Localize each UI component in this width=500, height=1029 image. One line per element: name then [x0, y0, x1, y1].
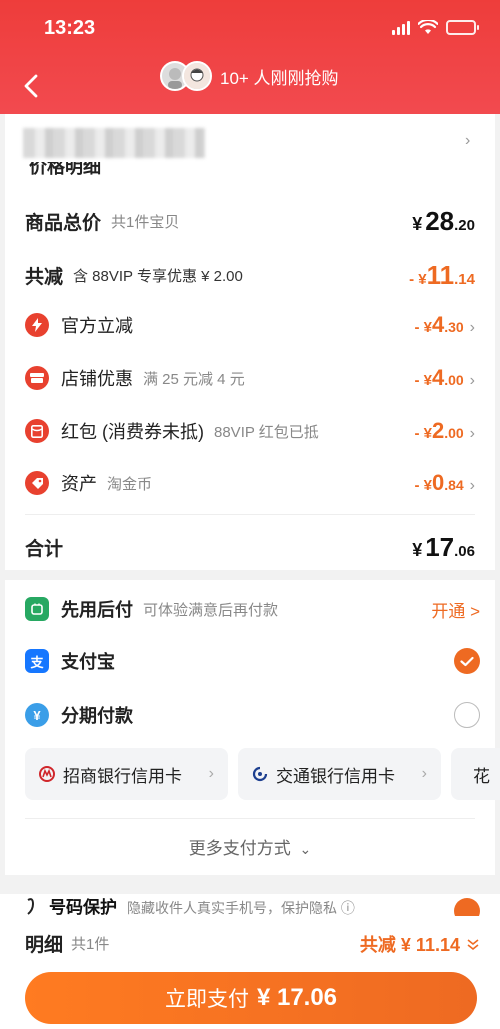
- bocom-bank-icon: [252, 766, 268, 782]
- alipay-row[interactable]: 支 支付宝: [25, 648, 480, 674]
- status-time: 13:23: [44, 17, 96, 39]
- discount-row-redpacket[interactable]: 红包 (消费券未抵) 88VIP 红包已抵 - ¥2.00 ›: [25, 418, 475, 444]
- phone-shield-icon: [27, 898, 35, 915]
- card-option-cmb[interactable]: 招商银行信用卡 ›: [25, 748, 228, 800]
- chevron-right-icon: ›: [469, 319, 475, 336]
- pay-later-sub: 可体验满意后再付款: [143, 601, 279, 619]
- discount-sub: 淘金币: [107, 475, 153, 493]
- discount-row-asset[interactable]: 资产 淘金币 - ¥0.84 ›: [25, 470, 475, 496]
- discount-row-official[interactable]: 官方立减 - ¥4.30 ›: [25, 312, 475, 338]
- tag-icon: [25, 471, 49, 495]
- signal-icon: [392, 20, 410, 35]
- number-protection-row[interactable]: 号码保护 隐藏收件人真实手机号，保护隐私 ⓘ: [25, 898, 480, 916]
- group-buy-indicator: 10+ 人刚刚抢购: [160, 61, 339, 91]
- reduce-label: 共减: [25, 267, 64, 288]
- header: 13:23 10+ 人刚刚抢购: [0, 0, 500, 114]
- reduce-sub: 含 88VIP 专享优惠 ¥ 2.00: [73, 268, 243, 285]
- check-icon[interactable]: [454, 898, 480, 916]
- pay-now-label: 立即支付: [164, 988, 249, 1011]
- avatar-group: [160, 61, 212, 91]
- installment-label: 分期付款: [61, 706, 133, 726]
- sum-label: 合计: [25, 539, 64, 560]
- status-icons: [392, 20, 479, 35]
- pay-later-label: 先用后付: [61, 600, 133, 620]
- detail-reduce[interactable]: 共减 ¥ 11.14: [360, 931, 480, 957]
- alipay-icon: 支: [25, 649, 49, 673]
- discount-label: 官方立减: [61, 316, 133, 336]
- bottom-bar: 号码保护 隐藏收件人真实手机号，保护隐私 ⓘ 明细 共1件 共减 ¥ 11.14…: [0, 894, 500, 1029]
- more-payment-link[interactable]: 更多支付方式 ⌄: [0, 834, 500, 859]
- cmb-bank-icon: [39, 766, 55, 782]
- detail-label: 明细: [25, 935, 64, 956]
- pay-later-activate-link[interactable]: 开通 >: [431, 597, 480, 622]
- chevron-right-icon: ›: [208, 765, 214, 782]
- discount-label: 红包 (消费券未抵): [61, 422, 204, 442]
- discount-amount: - ¥2.00 ›: [414, 418, 475, 443]
- price-detail-title: 价格明细: [29, 162, 101, 176]
- discount-amount: - ¥4.30 ›: [414, 312, 475, 337]
- status-bar: 13:23: [0, 0, 500, 56]
- detail-count: 共1件: [71, 936, 110, 953]
- chevron-right-icon[interactable]: ›: [465, 132, 470, 150]
- shop-coupon-icon: [25, 366, 49, 390]
- installment-icon: ¥: [25, 703, 49, 727]
- total-label: 商品总价: [25, 213, 102, 234]
- chevron-right-icon: ›: [469, 425, 475, 442]
- double-chevron-down-icon: [467, 938, 479, 950]
- check-icon[interactable]: [454, 648, 480, 674]
- chevron-right-icon: ›: [469, 372, 475, 389]
- total-price-row: 商品总价 共1件宝贝 ¥28.20: [25, 206, 475, 237]
- sum-row: 合计 ¥17.06: [25, 532, 475, 563]
- back-arrow-icon[interactable]: [20, 72, 44, 100]
- chevron-right-icon: ›: [469, 477, 475, 494]
- discount-label: 资产: [61, 474, 97, 494]
- pay-later-icon: [25, 597, 49, 621]
- discount-sub: 满 25 元减 4 元: [143, 370, 245, 388]
- battery-icon: [446, 20, 479, 35]
- pay-now-amount: ¥ 17.06: [256, 984, 338, 1011]
- card-label: 招商银行信用卡: [63, 766, 182, 786]
- discount-amount: - ¥0.84 ›: [414, 470, 475, 495]
- avatar: [182, 61, 212, 91]
- discount-label: 店铺优惠: [61, 369, 133, 389]
- pay-now-button[interactable]: 立即支付 ¥ 17.06: [25, 972, 477, 1024]
- sum-amount: ¥17.06: [412, 532, 475, 562]
- card-label: 交通银行信用卡: [276, 766, 395, 786]
- total-count: 共1件宝贝: [111, 214, 180, 231]
- wifi-icon: [418, 20, 438, 34]
- radio-empty-icon[interactable]: [454, 702, 480, 728]
- chevron-right-icon: ›: [421, 765, 427, 782]
- section-gap: [0, 570, 500, 580]
- card-option-bocom[interactable]: 交通银行信用卡 ›: [238, 748, 441, 800]
- detail-reduce-amount: 共减 ¥ 11.14: [359, 934, 460, 955]
- number-protection-sub: 隐藏收件人真实手机号，保护隐私 ⓘ: [127, 900, 355, 916]
- installment-row[interactable]: ¥ 分期付款: [25, 702, 480, 728]
- payment-section: 先用后付 可体验满意后再付款 开通 > 支 支付宝 ¥ 分期付款: [5, 580, 495, 875]
- section-gap: [0, 875, 500, 894]
- lightning-icon: [25, 313, 49, 337]
- blurred-address: [23, 128, 205, 158]
- detail-row[interactable]: 明细 共1件 共减 ¥ 11.14: [25, 930, 480, 957]
- discount-row-shop[interactable]: 店铺优惠 满 25 元减 4 元 - ¥4.00 ›: [25, 365, 475, 391]
- discount-amount: - ¥4.00 ›: [414, 365, 475, 390]
- divider: [25, 514, 475, 515]
- alipay-label: 支付宝: [61, 652, 115, 672]
- card-option-huabei[interactable]: 花: [451, 748, 500, 800]
- red-packet-icon: [25, 419, 49, 443]
- reduce-amount: - ¥11.14: [409, 260, 475, 290]
- group-buy-text: 10+ 人刚刚抢购: [220, 68, 339, 88]
- chevron-down-icon: ⌄: [299, 841, 312, 857]
- divider: [25, 818, 475, 819]
- price-detail-card: › 价格明细 商品总价 共1件宝贝 ¥28.20 共减 含 88VIP 专享优惠…: [5, 114, 495, 570]
- total-amount: ¥28.20: [412, 206, 475, 236]
- card-label: 花: [473, 766, 490, 786]
- number-protection-label: 号码保护: [49, 898, 117, 916]
- discount-sub: 88VIP 红包已抵: [214, 423, 319, 441]
- pay-later-row[interactable]: 先用后付 可体验满意后再付款 开通 >: [25, 596, 480, 622]
- reduce-row: 共减 含 88VIP 专享优惠 ¥ 2.00 - ¥11.14: [25, 260, 475, 291]
- more-payment-label: 更多支付方式: [188, 839, 291, 858]
